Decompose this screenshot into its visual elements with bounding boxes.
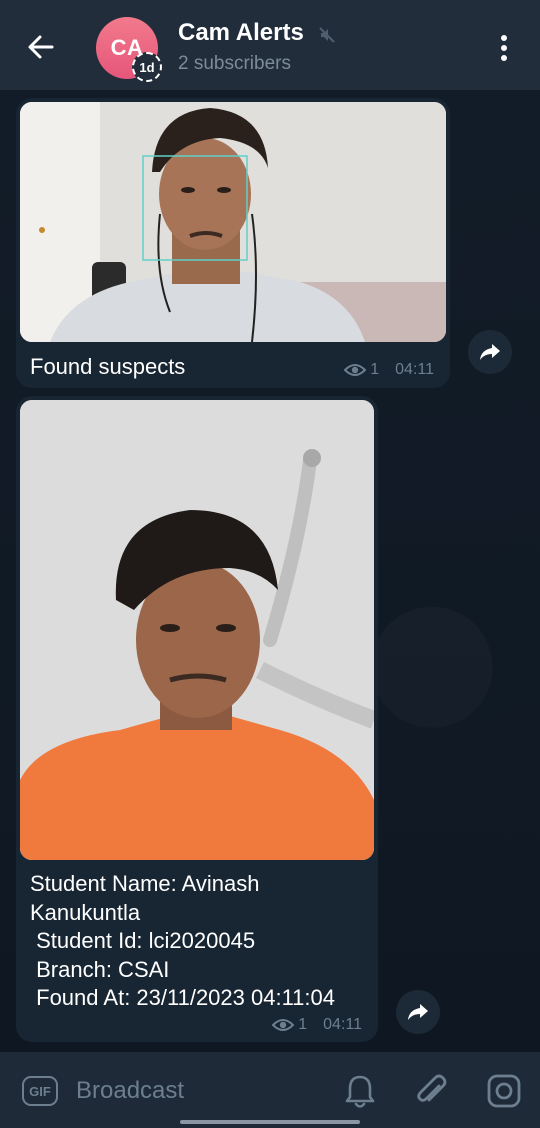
message-caption: Student Name: Avinash Kanukuntla Student… — [30, 871, 336, 1010]
message-time: 04:11 — [323, 1016, 362, 1033]
student-photo[interactable] — [20, 400, 374, 860]
share-arrow-icon — [408, 1004, 428, 1020]
photo-image — [20, 400, 374, 860]
message-bubble[interactable]: Found suspects 1 04:11 — [16, 98, 450, 388]
more-options-icon[interactable] — [492, 32, 516, 64]
gif-label: GIF — [29, 1083, 51, 1099]
message-time: 04:11 — [395, 361, 434, 378]
broadcast-bar: GIF — [0, 1052, 540, 1128]
badge-label: 1d — [139, 59, 155, 75]
photo-image — [20, 102, 446, 342]
view-count: 1 — [298, 1016, 308, 1033]
chat-header: CA 1d Cam Alerts 2 subscribers — [0, 0, 540, 90]
face-detection-photo[interactable] — [20, 102, 446, 342]
camera-icon[interactable] — [486, 1073, 522, 1109]
home-indicator — [180, 1120, 360, 1124]
share-button[interactable] — [468, 330, 512, 374]
broadcast-input[interactable] — [76, 1074, 316, 1108]
message-caption: Found suspects — [30, 354, 186, 379]
paperclip-icon[interactable] — [412, 1072, 450, 1110]
views-eye-icon — [344, 364, 367, 376]
share-arrow-icon — [480, 344, 500, 360]
share-button[interactable] — [396, 990, 440, 1034]
views-eye-icon — [272, 1019, 295, 1031]
message-meta: 1 04:11 — [272, 1016, 362, 1034]
muted-speaker-icon — [319, 27, 335, 43]
channel-title[interactable]: Cam Alerts — [178, 19, 304, 47]
view-count: 1 — [370, 361, 380, 378]
bell-icon[interactable] — [342, 1072, 378, 1110]
message-meta: 1 04:11 — [344, 361, 434, 379]
message-bubble[interactable]: Student Name: Avinash Kanukuntla Student… — [16, 396, 378, 1042]
back-arrow-icon[interactable] — [22, 28, 60, 66]
story-timer-badge: 1d — [132, 52, 162, 82]
gif-button[interactable]: GIF — [22, 1076, 58, 1106]
subscriber-count: 2 subscribers — [178, 53, 291, 74]
